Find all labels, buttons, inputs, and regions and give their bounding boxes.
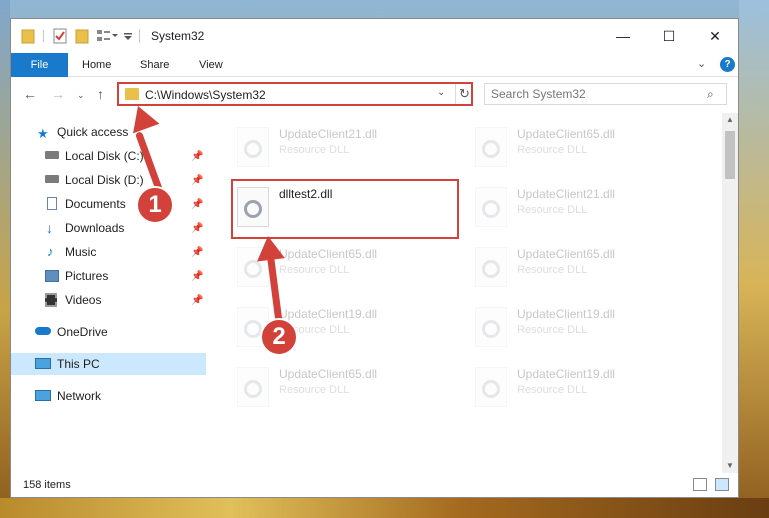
step-marker-1: 1 <box>136 186 174 224</box>
step-marker-2: 2 <box>260 318 298 356</box>
annotation-overlay <box>133 106 285 326</box>
arrow-1 <box>133 106 164 196</box>
arrow-2 <box>257 236 285 326</box>
